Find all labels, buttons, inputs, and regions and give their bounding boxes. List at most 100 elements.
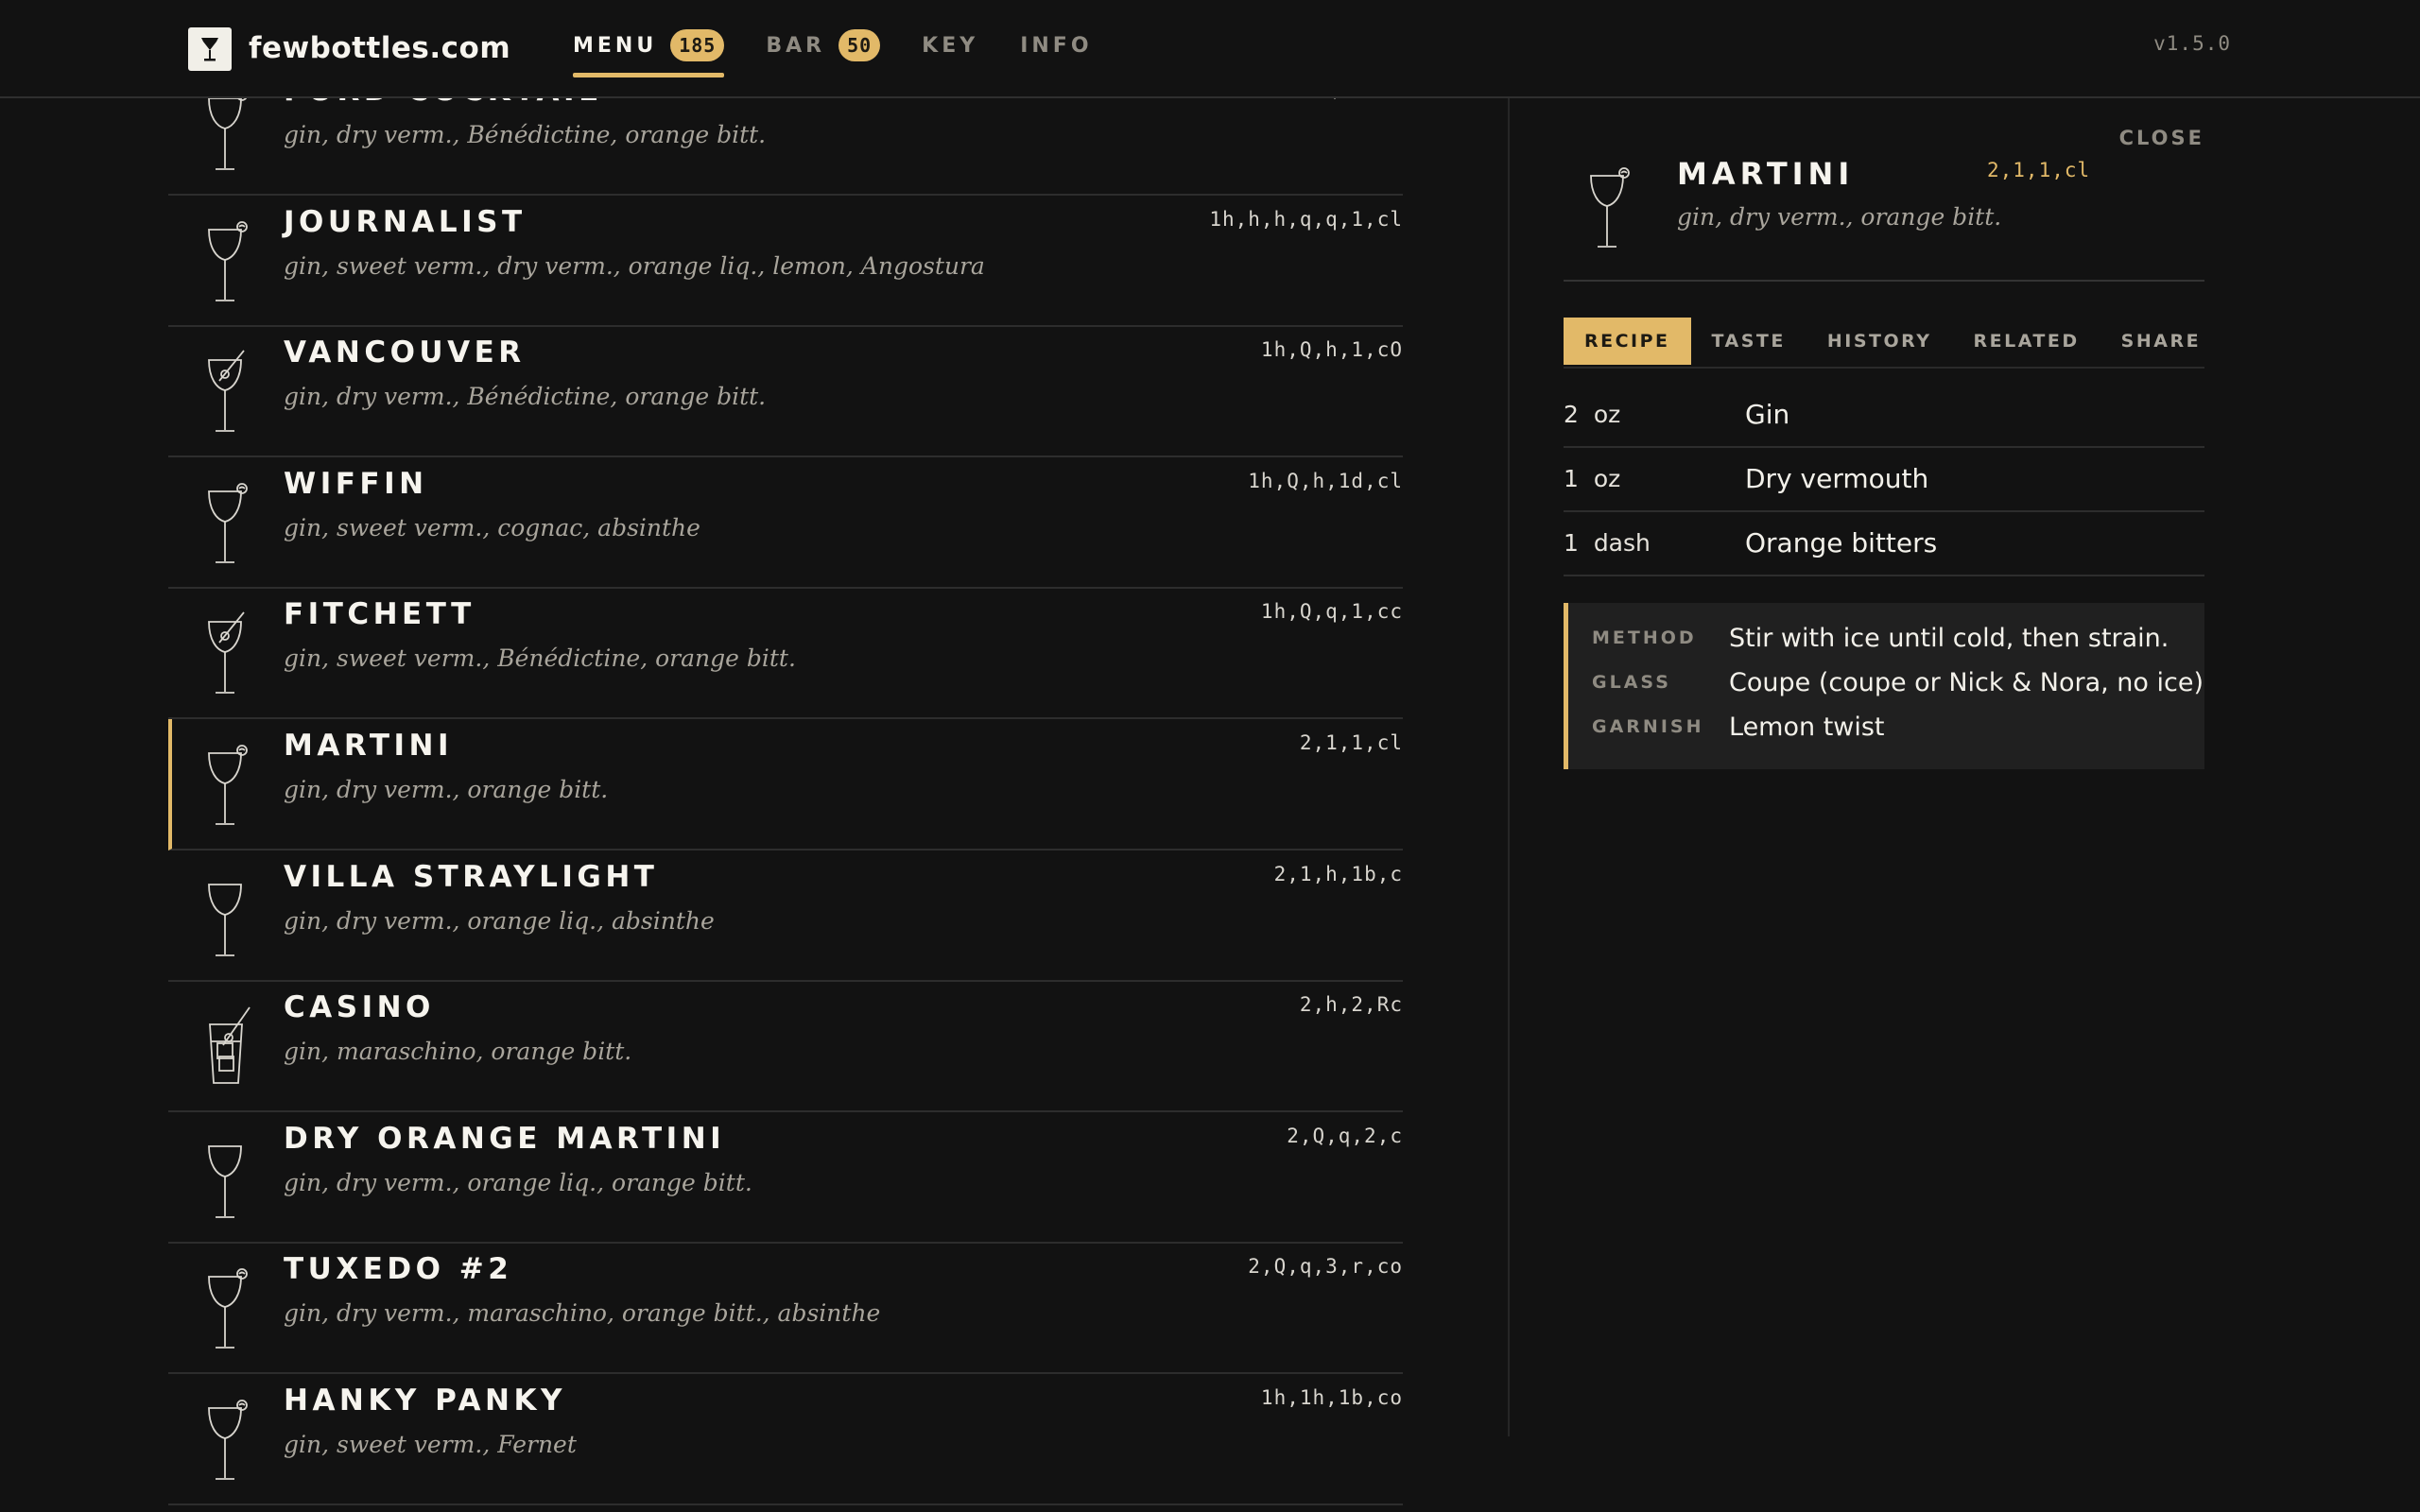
cocktail-name: FITCHETT bbox=[284, 597, 475, 632]
recipe-row: 2 oz Gin bbox=[1564, 384, 2204, 448]
menu-count-badge: 185 bbox=[670, 29, 725, 61]
cocktail-row[interactable]: MARTINI gin, dry verm., orange bitt. 2,1,1… bbox=[168, 719, 1403, 850]
tab-share[interactable]: SHARE bbox=[2100, 318, 2221, 365]
cocktail-ingredients: gin, sweet verm., dry verm., orange liq.… bbox=[284, 251, 985, 280]
tab-related[interactable]: RELATED bbox=[1952, 318, 2100, 365]
cocktail-row[interactable]: CASINO gin, maraschino, orange bitt. 2,h,2… bbox=[168, 981, 1403, 1113]
cocktail-row[interactable]: WIFFIN gin, sweet verm., cognac, absinthe… bbox=[168, 457, 1403, 589]
detail-title: MARTINI bbox=[1677, 156, 1855, 192]
cocktail-code: 1h,Q,h,1d,cl bbox=[1248, 469, 1403, 492]
cocktail-ingredients: gin, dry verm., orange bitt. bbox=[284, 776, 609, 803]
tab-history[interactable]: HISTORY bbox=[1806, 318, 1953, 365]
bar-count-badge: 50 bbox=[838, 29, 881, 61]
cocktail-ingredients: gin, dry verm., orange liq., absinthe bbox=[284, 906, 715, 935]
cocktail-glass-icon bbox=[201, 38, 218, 61]
cocktail-code: 1h,1h,1b,co bbox=[1260, 1386, 1403, 1409]
nav-key-label: KEY bbox=[922, 33, 979, 58]
nick-nora-twist-glass-icon bbox=[206, 218, 253, 315]
cocktail-code: 2,h,2,Rc bbox=[1299, 993, 1403, 1017]
cocktail-ingredients: gin, sweet verm., cognac, absinthe bbox=[284, 513, 700, 541]
cocktail-name: FORD COCKTAIL bbox=[284, 98, 601, 112]
cocktail-detail-panel: CLOSE MARTINI 2,1,1,cl gin, dry verm., o… bbox=[1564, 98, 2204, 779]
cocktail-code: 2,Q,q,3,r,co bbox=[1248, 1255, 1403, 1279]
cocktail-row[interactable]: TUXEDO #2 gin, dry verm., maraschino, ora… bbox=[168, 1243, 1403, 1375]
main-nav: MENU 185 BAR 50 KEY INFO bbox=[573, 0, 1134, 98]
cocktail-ingredients: gin, maraschino, orange bitt. bbox=[284, 1038, 632, 1066]
nav-info[interactable]: INFO bbox=[1020, 0, 1092, 91]
detail-ingredients: gin, dry verm., orange bitt. bbox=[1677, 203, 2002, 231]
recipe-row: 1 oz Dry vermouth bbox=[1564, 448, 2204, 512]
nick-nora-twist-glass-icon bbox=[206, 742, 253, 838]
logo[interactable] bbox=[188, 27, 232, 71]
cocktail-name: VILLA STRAYLIGHT bbox=[284, 859, 659, 894]
cocktail-ingredients: gin, dry verm., Bénédictine, orange bitt… bbox=[284, 121, 767, 148]
cocktail-row[interactable]: FORD COCKTAIL gin, dry verm., Bénédictine… bbox=[168, 98, 1403, 196]
cocktail-row[interactable]: VANCOUVER gin, dry verm., Bénédictine, or… bbox=[168, 326, 1403, 458]
version-label: v1.5.0 bbox=[2153, 32, 2231, 55]
cocktail-ingredients: gin, dry verm., maraschino, orange bitt.… bbox=[284, 1299, 881, 1328]
site-name[interactable]: fewbottles.com bbox=[249, 28, 510, 68]
glass-value: Coupe (coupe or Nick & Nora, no ice) bbox=[1729, 668, 2204, 697]
cocktail-row[interactable]: HANKY PANKY gin, sweet verm., Fernet 1h,1h… bbox=[168, 1374, 1403, 1505]
cocktail-name: MARTINI bbox=[284, 729, 453, 763]
cocktail-list[interactable]: FORD COCKTAIL gin, dry verm., Bénédictine… bbox=[168, 98, 1403, 1512]
nick-nora-twist-glass-icon bbox=[206, 98, 253, 183]
rocks-glass-icon bbox=[206, 1004, 253, 1100]
detail-tabs: RECIPE TASTE HISTORY RELATED SHARE bbox=[1564, 318, 2204, 369]
nick-nora-twist-glass-icon bbox=[206, 480, 253, 576]
nav-info-label: INFO bbox=[1020, 33, 1093, 58]
nick-nora-glass-icon bbox=[206, 873, 253, 970]
cocktail-row[interactable]: DRY ORANGE MARTINI gin, dry verm., orange… bbox=[168, 1112, 1403, 1244]
recipe-ingredient: Orange bitters bbox=[1745, 527, 1938, 558]
nav-menu[interactable]: MENU 185 bbox=[573, 0, 725, 91]
method-label: METHOD bbox=[1592, 627, 1697, 648]
recipe-ingredient: Dry vermouth bbox=[1745, 463, 1929, 494]
nick-nora-pick-glass-icon bbox=[206, 349, 253, 445]
detail-divider bbox=[1564, 280, 2204, 282]
tab-taste[interactable]: TASTE bbox=[1691, 318, 1806, 365]
cocktail-ingredients: gin, dry verm., orange liq., orange bitt… bbox=[284, 1168, 752, 1196]
cocktail-code: 1h,h,h,q,q,1,cl bbox=[1209, 207, 1403, 231]
tab-recipe[interactable]: RECIPE bbox=[1564, 318, 1691, 365]
nick-nora-pick-glass-icon bbox=[206, 610, 253, 707]
close-button[interactable]: CLOSE bbox=[2119, 127, 2204, 149]
recipe-ingredient: Gin bbox=[1745, 399, 1790, 430]
cocktail-name: HANKY PANKY bbox=[284, 1383, 566, 1418]
cocktail-row[interactable]: JOURNALIST gin, sweet verm., dry verm., o… bbox=[168, 196, 1403, 327]
amount-unit: oz bbox=[1593, 401, 1621, 428]
recipe-row: 1 dash Orange bitters bbox=[1564, 512, 2204, 576]
cocktail-row[interactable]: FITCHETT gin, sweet verm., Bénédictine, o… bbox=[168, 588, 1403, 720]
cocktail-ingredients: gin, sweet verm., Bénédictine, orange bi… bbox=[284, 644, 796, 673]
amount-value: 2 bbox=[1564, 401, 1579, 428]
nick-nora-glass-icon bbox=[206, 1135, 253, 1231]
amount-value: 1 bbox=[1564, 529, 1579, 557]
glass-label: GLASS bbox=[1592, 672, 1671, 693]
method-row: METHOD Stir with ice until cold, then st… bbox=[1592, 622, 2197, 656]
recipe-amount: 1 dash bbox=[1564, 527, 1651, 559]
cocktail-code: 2,1,h,1b,c bbox=[1273, 862, 1403, 885]
garnish-value: Lemon twist bbox=[1729, 713, 1885, 742]
method-value: Stir with ice until cold, then strain. bbox=[1729, 624, 2169, 653]
nick-nora-glass-icon bbox=[1588, 164, 1632, 261]
nav-bar[interactable]: BAR 50 bbox=[766, 0, 881, 91]
cocktail-code: 1h,Q,h,1,cO bbox=[1260, 338, 1403, 362]
garnish-row: GARNISH Lemon twist bbox=[1592, 711, 2197, 745]
nav-key[interactable]: KEY bbox=[922, 0, 978, 91]
nav-menu-label: MENU bbox=[573, 33, 658, 58]
cocktail-row[interactable]: VILLA STRAYLIGHT gin, dry verm., orange l… bbox=[168, 850, 1403, 982]
cocktail-name: TUXEDO #2 bbox=[284, 1252, 513, 1287]
nick-nora-twist-glass-icon bbox=[206, 1397, 253, 1493]
amount-unit: oz bbox=[1593, 465, 1621, 492]
cocktail-code: 2,1,1,cl bbox=[1299, 731, 1403, 754]
garnish-label: GARNISH bbox=[1592, 716, 1704, 737]
cocktail-ingredients: gin, sweet verm., Fernet bbox=[284, 1431, 577, 1458]
cocktail-name: VANCOUVER bbox=[284, 335, 526, 370]
nav-bar-label: BAR bbox=[766, 33, 826, 58]
nick-nora-twist-glass-icon bbox=[206, 1265, 253, 1362]
cocktail-ingredients: gin, dry verm., Bénédictine, orange bitt… bbox=[284, 383, 767, 411]
recipe-amount: 2 oz bbox=[1564, 399, 1620, 431]
panel-divider bbox=[1508, 98, 1510, 1436]
top-bar: fewbottles.com MENU 185 BAR 50 KEY INFO … bbox=[0, 0, 2420, 98]
amount-unit: dash bbox=[1593, 529, 1651, 557]
cocktail-name: DRY ORANGE MARTINI bbox=[284, 1121, 726, 1156]
